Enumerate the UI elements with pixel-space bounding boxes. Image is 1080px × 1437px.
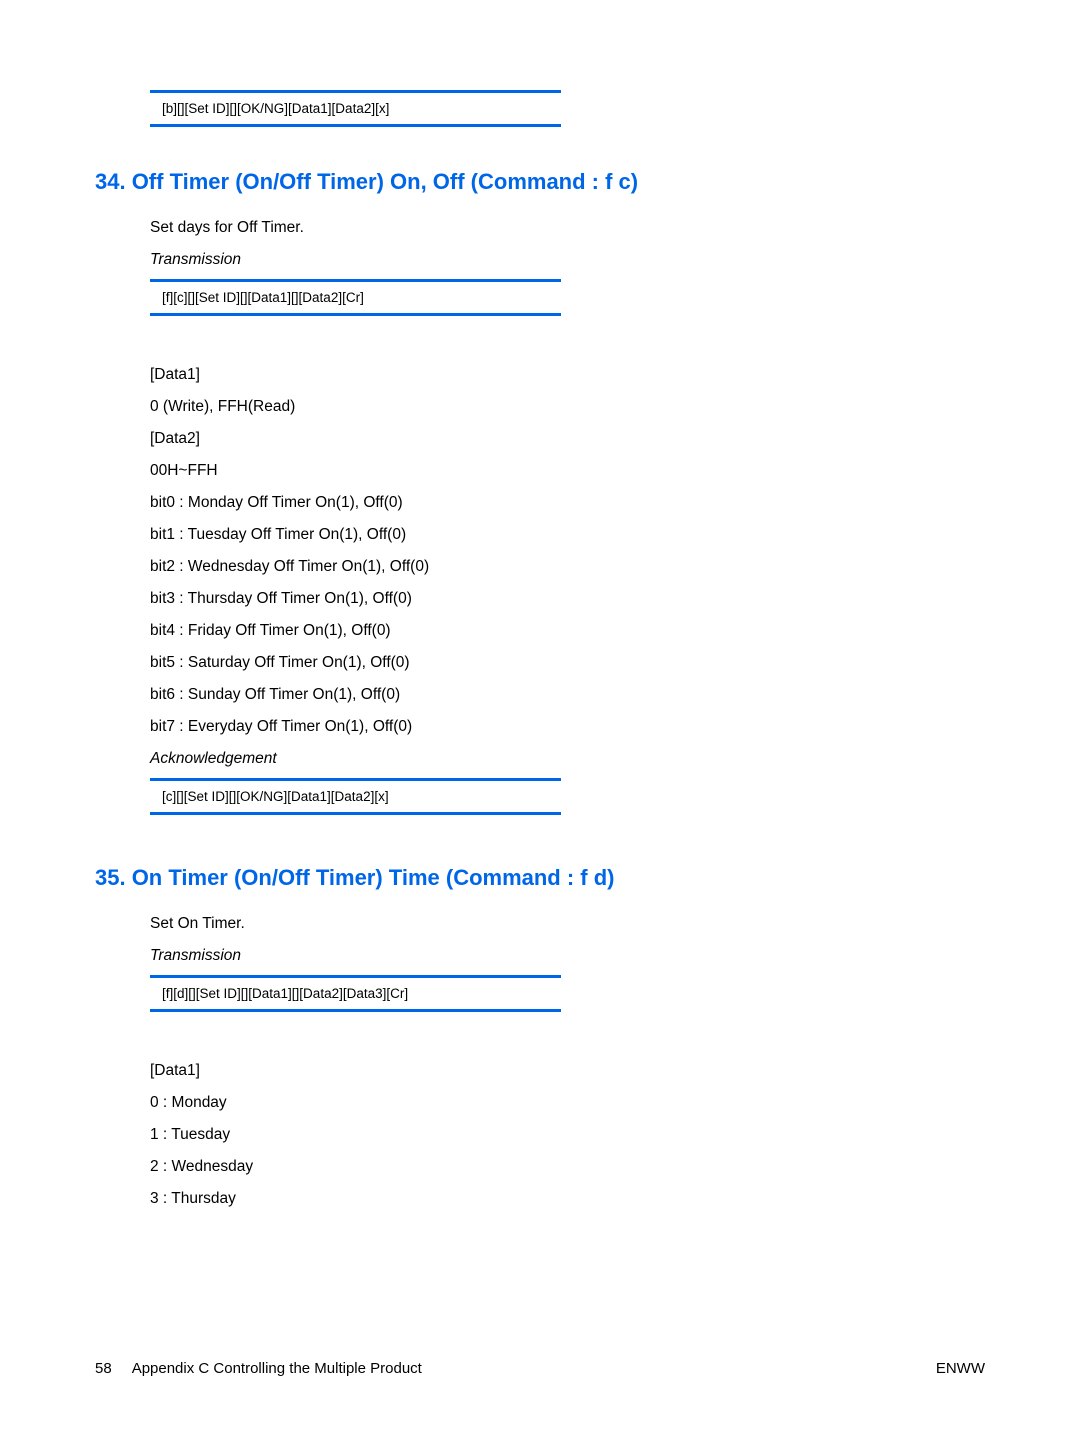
transmission-cell-34: [f][c][][Set ID][][Data1][][Data2][Cr] — [150, 279, 561, 316]
data-line: 0 (Write), FFH(Read) — [150, 398, 985, 416]
data-line: [Data2] — [150, 430, 985, 448]
transmission-label-35: Transmission — [150, 947, 985, 965]
data-lines-34: [Data1] 0 (Write), FFH(Read) [Data2] 00H… — [150, 366, 985, 736]
data-line: bit5 : Saturday Off Timer On(1), Off(0) — [150, 654, 985, 672]
data-line: bit3 : Thursday Off Timer On(1), Off(0) — [150, 590, 985, 608]
data-line: 00H~FFH — [150, 462, 985, 480]
page-footer: 58 Appendix C Controlling the Multiple P… — [95, 1360, 985, 1377]
ack-cell-prev: [b][][Set ID][][OK/NG][Data1][Data2][x] — [150, 90, 561, 127]
data-line: 3 : Thursday — [150, 1190, 985, 1208]
data-line: bit2 : Wednesday Off Timer On(1), Off(0) — [150, 558, 985, 576]
section-34-title: 34. Off Timer (On/Off Timer) On, Off (Co… — [95, 169, 985, 195]
transmission-cell-35: [f][d][][Set ID][][Data1][][Data2][Data3… — [150, 975, 561, 1012]
transmission-label-34: Transmission — [150, 251, 985, 269]
section-35-desc: Set On Timer. — [150, 915, 985, 933]
data-line: 0 : Monday — [150, 1094, 985, 1112]
data-line: [Data1] — [150, 366, 985, 384]
page-number: 58 — [95, 1360, 112, 1377]
ack-label-34: Acknowledgement — [150, 750, 985, 768]
data-line: bit6 : Sunday Off Timer On(1), Off(0) — [150, 686, 985, 704]
data-lines-35: [Data1] 0 : Monday 1 : Tuesday 2 : Wedne… — [150, 1062, 985, 1208]
appendix-label: Appendix C Controlling the Multiple Prod… — [132, 1360, 422, 1377]
section-35-title: 35. On Timer (On/Off Timer) Time (Comman… — [95, 865, 985, 891]
data-line: [Data1] — [150, 1062, 985, 1080]
data-line: 1 : Tuesday — [150, 1126, 985, 1144]
data-line: bit7 : Everyday Off Timer On(1), Off(0) — [150, 718, 985, 736]
data-line: bit0 : Monday Off Timer On(1), Off(0) — [150, 494, 985, 512]
enww-label: ENWW — [936, 1360, 985, 1377]
section-34-desc: Set days for Off Timer. — [150, 219, 985, 237]
data-line: bit1 : Tuesday Off Timer On(1), Off(0) — [150, 526, 985, 544]
data-line: 2 : Wednesday — [150, 1158, 985, 1176]
ack-cell-34: [c][][Set ID][][OK/NG][Data1][Data2][x] — [150, 778, 561, 815]
data-line: bit4 : Friday Off Timer On(1), Off(0) — [150, 622, 985, 640]
